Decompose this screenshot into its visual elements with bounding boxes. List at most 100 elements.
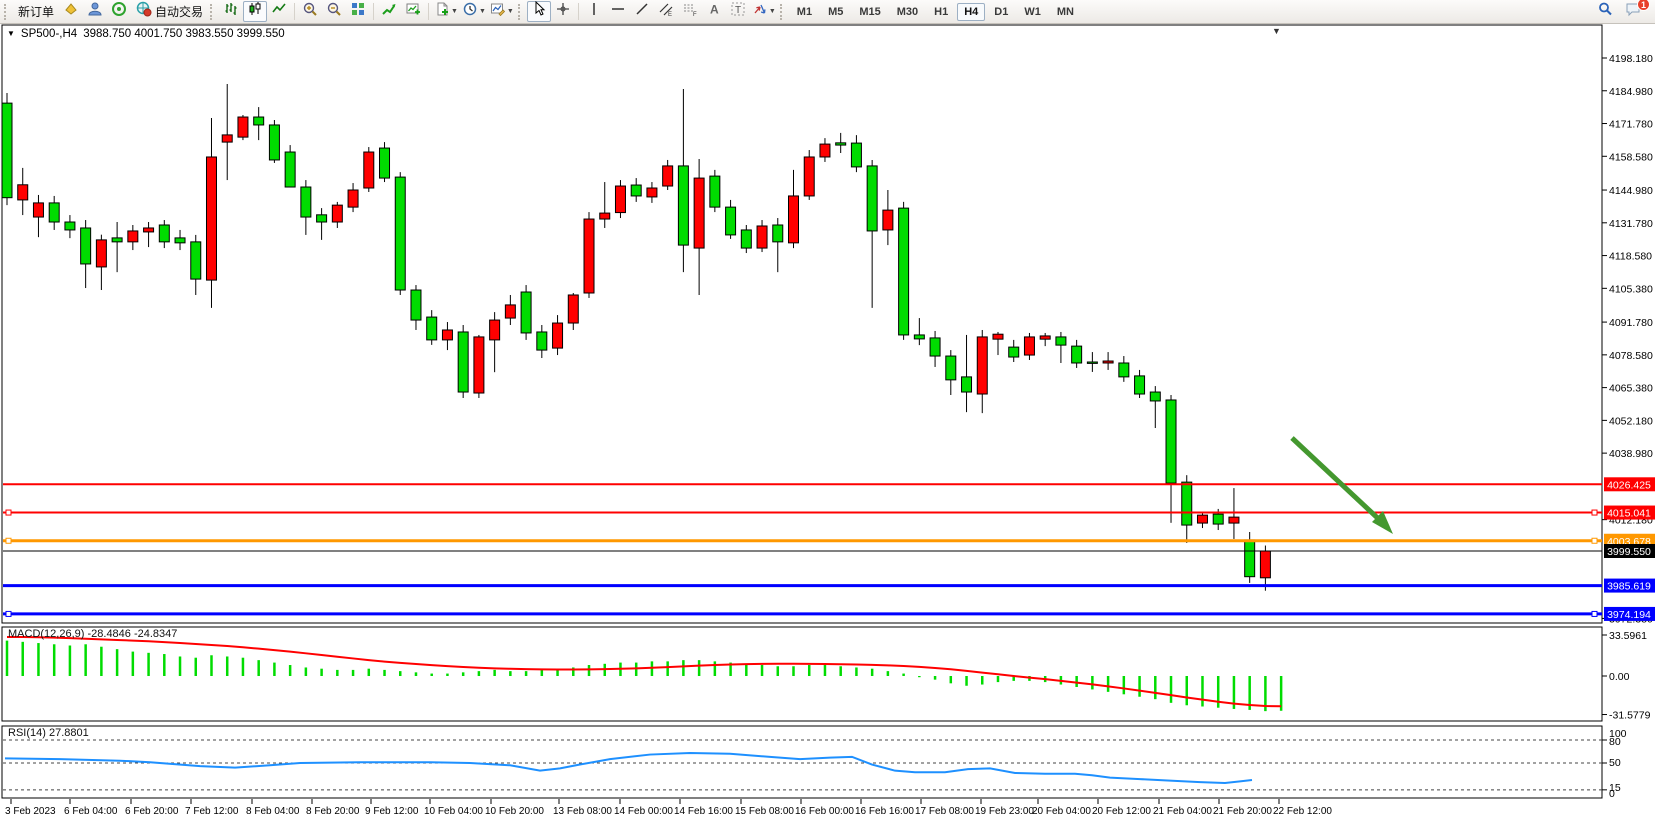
line-chart-icon (271, 1, 287, 22)
tile-windows-button[interactable] (346, 1, 370, 22)
svg-text:4171.780: 4171.780 (1609, 119, 1653, 131)
toolbar-grip[interactable] (210, 4, 216, 20)
templates-button[interactable]: ▼ (488, 1, 516, 22)
tf-m15-button[interactable]: M15 (852, 3, 887, 21)
svg-text:16 Feb 16:00: 16 Feb 16:00 (855, 806, 914, 817)
profile-button[interactable] (83, 1, 107, 22)
svg-text:3974.194: 3974.194 (1607, 609, 1651, 621)
vertical-line-tool-button[interactable] (582, 1, 606, 22)
new-order-button[interactable]: 新订单 (13, 1, 59, 22)
svg-text:4078.580: 4078.580 (1609, 350, 1653, 362)
svg-text:9 Feb 12:00: 9 Feb 12:00 (365, 806, 419, 817)
svg-text:4118.580: 4118.580 (1609, 251, 1652, 263)
svg-text:22 Feb 12:00: 22 Feb 12:00 (1273, 806, 1332, 817)
rsi-value: 27.8801 (49, 727, 89, 739)
search-button[interactable] (1593, 1, 1617, 22)
svg-text:4091.780: 4091.780 (1609, 317, 1653, 329)
line-handle[interactable] (6, 611, 11, 616)
auto-trading-label: 自动交易 (155, 3, 203, 20)
chart-canvas: 4198.1804184.9804171.7804158.5804144.980… (0, 0, 1655, 825)
mql-community-button[interactable] (107, 1, 131, 22)
tf-mn-button[interactable]: MN (1050, 3, 1081, 21)
chevron-down-icon: ▼ (451, 8, 458, 15)
tf-m1-button[interactable]: M1 (790, 3, 819, 21)
svg-text:3985.619: 3985.619 (1607, 581, 1651, 593)
quotes-icon (63, 1, 79, 22)
search-icon (1597, 1, 1613, 22)
indicators-button[interactable] (377, 1, 401, 22)
svg-text:4184.980: 4184.980 (1609, 86, 1653, 98)
tf-h1-button[interactable]: H1 (927, 3, 955, 21)
tf-m5-button[interactable]: M5 (821, 3, 850, 21)
zoom-out-icon (326, 1, 342, 22)
svg-text:8 Feb 04:00: 8 Feb 04:00 (246, 806, 300, 817)
toolbar-grip[interactable] (518, 4, 524, 20)
toolbar-grip[interactable] (780, 4, 786, 20)
profile-icon (87, 1, 103, 22)
fibonacci-tool-button[interactable]: F (678, 1, 702, 22)
svg-text:17 Feb 08:00: 17 Feb 08:00 (915, 806, 974, 817)
text-label-tool-button[interactable]: T (726, 1, 750, 22)
svg-text:F: F (693, 12, 697, 17)
tf-h4-button[interactable]: H4 (957, 3, 985, 21)
periods-button[interactable]: ▼ (460, 1, 488, 22)
chart-shift-marker-icon[interactable]: ▼ (1272, 26, 1281, 36)
chart-menu-triangle-icon[interactable]: ▼ (7, 30, 15, 38)
zoom-in-button[interactable] (298, 1, 322, 22)
notifications-button[interactable]: 1 (1621, 1, 1645, 22)
chevron-down-icon: ▼ (769, 8, 776, 15)
horizontal-line-tool-button[interactable] (606, 1, 630, 22)
arrows-tool-button[interactable]: ▼ (750, 1, 778, 22)
new-chart-button[interactable]: ▼ (432, 1, 460, 22)
line-chart-mode-button[interactable] (267, 1, 291, 22)
svg-text:-31.5779: -31.5779 (1609, 710, 1651, 722)
tf-d1-button[interactable]: D1 (987, 3, 1015, 21)
bar-chart-mode-button[interactable] (219, 1, 243, 22)
main-toolbar: 新订单 自动交易 (0, 0, 1655, 24)
clock-icon (462, 1, 478, 22)
tf-w1-button[interactable]: W1 (1017, 3, 1048, 21)
tf-m30-button[interactable]: M30 (890, 3, 925, 21)
chevron-down-icon: ▼ (479, 8, 486, 15)
svg-text:10 Feb 04:00: 10 Feb 04:00 (424, 806, 483, 817)
text-tool-button[interactable]: A (702, 1, 726, 22)
quotes-button[interactable] (59, 1, 83, 22)
svg-text:16 Feb 00:00: 16 Feb 00:00 (795, 806, 854, 817)
trendline-tool-button[interactable] (630, 1, 654, 22)
channel-tool-button[interactable]: E (654, 1, 678, 22)
svg-text:50: 50 (1609, 757, 1621, 769)
chart-title-bar: ▼ SP500-,H4 3988.750 4001.750 3983.550 3… (7, 28, 285, 40)
auto-trading-button[interactable]: 自动交易 (131, 1, 208, 22)
line-handle[interactable] (1592, 611, 1597, 616)
crosshair-tool-button[interactable] (551, 1, 575, 22)
svg-text:13 Feb 08:00: 13 Feb 08:00 (553, 806, 612, 817)
indicators-icon (381, 1, 397, 22)
svg-text:6 Feb 04:00: 6 Feb 04:00 (64, 806, 118, 817)
zoom-out-button[interactable] (322, 1, 346, 22)
cursor-tool-button[interactable] (527, 1, 551, 22)
svg-text:4105.380: 4105.380 (1609, 283, 1653, 295)
crosshair-icon (555, 1, 571, 22)
svg-text:3 Feb 2023: 3 Feb 2023 (5, 806, 56, 817)
rsi-name: RSI(14) (8, 727, 46, 739)
candlestick-icon (247, 1, 263, 22)
svg-text:0.00: 0.00 (1609, 671, 1630, 683)
data-window-button[interactable] (401, 1, 425, 22)
line-handle[interactable] (1592, 538, 1597, 543)
svg-text:19 Feb 23:00: 19 Feb 23:00 (975, 806, 1034, 817)
line-handle[interactable] (6, 538, 11, 543)
template-icon (490, 1, 506, 22)
line-handle[interactable] (6, 510, 11, 515)
notification-badge: 1 (1637, 0, 1650, 11)
candlestick-mode-button[interactable] (243, 1, 267, 22)
toolbar-grip[interactable] (4, 4, 10, 20)
channel-icon: E (658, 1, 674, 22)
svg-text:4052.180: 4052.180 (1609, 415, 1653, 427)
time-axis[interactable]: 3 Feb 20236 Feb 04:006 Feb 20:007 Feb 12… (5, 799, 1332, 817)
svg-text:0: 0 (1609, 788, 1615, 800)
svg-text:4198.180: 4198.180 (1609, 53, 1653, 65)
svg-text:10 Feb 20:00: 10 Feb 20:00 (485, 806, 544, 817)
line-handle[interactable] (1592, 510, 1597, 515)
svg-text:6 Feb 20:00: 6 Feb 20:00 (125, 806, 179, 817)
text-label-icon: T (730, 1, 746, 22)
